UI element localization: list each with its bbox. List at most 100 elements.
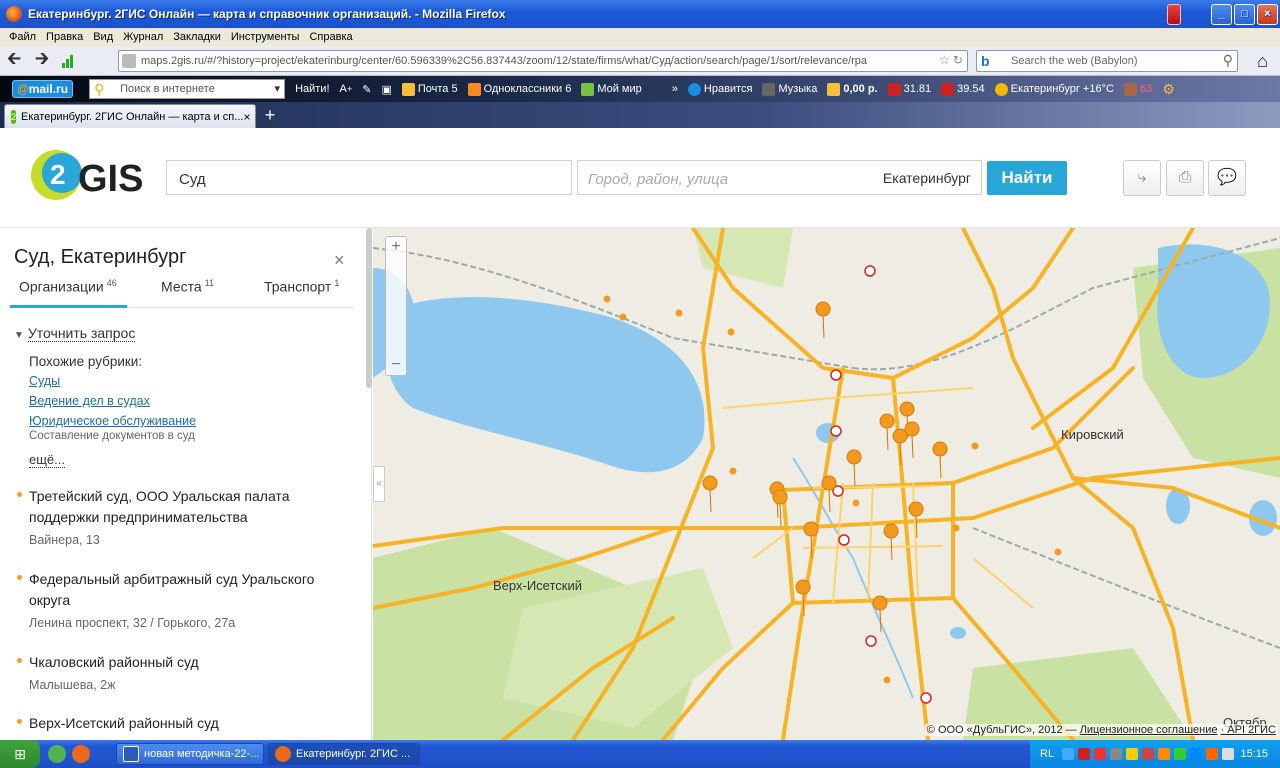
2gis-logo[interactable]: 2 GIS bbox=[28, 147, 148, 203]
clock[interactable]: 15:15 bbox=[1240, 748, 1268, 760]
toolbar-overflow[interactable]: » bbox=[672, 83, 678, 95]
results-title: Суд, Екатеринбург bbox=[14, 246, 187, 268]
toolbar-like[interactable]: Нравится bbox=[687, 82, 752, 96]
zoom-control[interactable]: + − bbox=[385, 236, 407, 376]
close-window-button[interactable]: × bbox=[1257, 3, 1278, 25]
antivirus-icon[interactable] bbox=[1142, 748, 1155, 760]
firm-item[interactable]: Чкаловский районный суд Малышева, 2ж bbox=[17, 652, 347, 692]
print-icon[interactable]: ⎙ bbox=[1166, 160, 1204, 196]
new-tab-button[interactable]: + bbox=[259, 106, 281, 126]
2gis-header: 2 GIS Суд Город, район, улица Екатеринбу… bbox=[0, 128, 1280, 228]
font-icon[interactable]: A + bbox=[340, 83, 353, 95]
tray-app2-icon[interactable] bbox=[1206, 748, 1219, 760]
close-results-icon[interactable]: × bbox=[334, 250, 345, 271]
tray-app-icon[interactable] bbox=[1110, 748, 1123, 760]
mailru-logo[interactable]: @mail.ru bbox=[12, 80, 74, 98]
maximize-button[interactable]: □ bbox=[1234, 3, 1255, 25]
menu-bookmarks[interactable]: Закладки bbox=[173, 31, 221, 43]
update-icon[interactable] bbox=[1174, 748, 1187, 760]
rubric-link-legal[interactable]: Юридическое обслуживание bbox=[29, 414, 196, 428]
window-icon[interactable]: ▣ bbox=[381, 83, 391, 96]
firm-item[interactable]: Верх-Исетский районный суд bbox=[17, 713, 347, 734]
toolbar-usd[interactable]: 31.81 bbox=[887, 82, 931, 96]
bookmark-star-icon[interactable]: ☆ ↻ bbox=[939, 53, 963, 67]
firm-item[interactable]: Федеральный арбитражный суд Уральского о… bbox=[17, 569, 347, 630]
firm-name[interactable]: Верх-Исетский районный суд bbox=[29, 713, 347, 734]
skype-icon[interactable] bbox=[1158, 748, 1171, 760]
home-icon[interactable]: ⌂ bbox=[1257, 51, 1268, 72]
volume-icon[interactable] bbox=[1222, 748, 1235, 760]
toolbar-money[interactable]: 0,00 р. bbox=[827, 82, 878, 96]
magnifier-icon[interactable]: ⚲ bbox=[1223, 52, 1233, 69]
firm-item[interactable]: Третейский суд, ООО Уральская палата под… bbox=[17, 486, 347, 547]
shield-icon[interactable] bbox=[1126, 748, 1139, 760]
map-view[interactable]: Кировский Верх-Исетский Октябр + − « © О… bbox=[373, 228, 1280, 740]
menu-view[interactable]: Вид bbox=[93, 31, 113, 43]
menu-edit[interactable]: Правка bbox=[46, 31, 83, 43]
tab-organizations[interactable]: Организации 46 bbox=[10, 278, 127, 308]
city-selector[interactable]: Екатеринбург bbox=[883, 170, 971, 186]
chrome-icon[interactable] bbox=[48, 745, 66, 763]
rubric-link-courts[interactable]: Суды bbox=[29, 374, 60, 388]
rubric-subtext: Составление документов в суд bbox=[29, 430, 195, 442]
map-canvas[interactable]: Кировский Верх-Исетский Октябр bbox=[373, 228, 1280, 740]
toolbar-eur[interactable]: 39.54 bbox=[941, 82, 985, 96]
network-icon[interactable] bbox=[1062, 748, 1075, 760]
forward-icon[interactable]: 🡲 bbox=[28, 48, 56, 73]
gear-icon[interactable]: ⚙ bbox=[1162, 81, 1175, 98]
taskbar-word[interactable]: новая методичка-22-... bbox=[116, 743, 264, 765]
district-label-verkh-isetsky: Верх-Исетский bbox=[493, 578, 582, 593]
pencil-icon[interactable]: ✎ bbox=[362, 83, 371, 96]
search-where-input[interactable]: Город, район, улица Екатеринбург bbox=[577, 160, 982, 195]
menu-help[interactable]: Справка bbox=[309, 31, 352, 43]
toolbar-music[interactable]: Музыка bbox=[762, 82, 817, 96]
district-label-kirovsky: Кировский bbox=[1061, 427, 1124, 442]
filter-icon: ▼ bbox=[14, 330, 24, 341]
toolbar-search-input[interactable]: ⚲ Поиск в интернете ▾ bbox=[89, 79, 286, 99]
language-indicator[interactable]: RL bbox=[1040, 748, 1054, 760]
tab-2gis[interactable]: 2 Екатеринбург. 2ГИС Онлайн — карта и сп… bbox=[4, 104, 256, 128]
firm-name[interactable]: Чкаловский районный суд bbox=[29, 652, 347, 673]
chevron-down-icon[interactable]: ▾ bbox=[275, 82, 281, 95]
zoom-in-button[interactable]: + bbox=[386, 237, 406, 257]
expand-icon[interactable] bbox=[96, 745, 104, 763]
close-tab-icon[interactable]: × bbox=[243, 110, 250, 124]
feedback-icon[interactable]: 💬 bbox=[1208, 160, 1246, 196]
start-button[interactable]: ⊞ bbox=[0, 740, 40, 768]
firm-name[interactable]: Федеральный арбитражный суд Уральского о… bbox=[29, 569, 347, 611]
toolbar-moi-mir[interactable]: Мой мир bbox=[581, 82, 642, 96]
share-icon[interactable]: ⤷ bbox=[1123, 160, 1161, 196]
menu-history[interactable]: Журнал bbox=[123, 31, 163, 43]
flash-icon[interactable] bbox=[1094, 748, 1107, 760]
menu-tools[interactable]: Инструменты bbox=[231, 31, 300, 43]
toolbar-mail[interactable]: Почта 5 bbox=[401, 82, 458, 96]
zoom-out-button[interactable]: − bbox=[386, 355, 406, 375]
more-rubrics-link[interactable]: ещё... bbox=[29, 452, 65, 468]
url-bar[interactable]: maps.2gis.ru/#/?history=project/ekaterin… bbox=[118, 50, 968, 72]
menu-file[interactable]: Файл bbox=[9, 31, 36, 43]
refine-query-link[interactable]: ▼ Уточнить запрос bbox=[14, 325, 136, 342]
extension-icon[interactable] bbox=[1167, 3, 1181, 25]
firefox-taskbar-icon[interactable] bbox=[72, 745, 90, 763]
search-what-input[interactable]: Суд bbox=[166, 160, 572, 195]
tab-title: Екатеринбург. 2ГИС Онлайн — карта и сп..… bbox=[21, 110, 244, 123]
toolbar-traffic[interactable]: 63 bbox=[1123, 82, 1152, 96]
api-link[interactable]: · API 2ГИС bbox=[1221, 724, 1276, 736]
minimize-button[interactable]: _ bbox=[1211, 3, 1232, 25]
toolbar-weather[interactable]: Екатеринбург +16°C bbox=[994, 82, 1114, 96]
sidebar-scrollbar[interactable] bbox=[366, 228, 372, 388]
license-link[interactable]: Лицензионное соглашение bbox=[1080, 724, 1218, 736]
bluetooth-icon[interactable] bbox=[1190, 748, 1203, 760]
rubric-link-litigation[interactable]: Ведение дел в судах bbox=[29, 394, 150, 408]
tab-places[interactable]: Места 11 bbox=[161, 278, 214, 308]
find-button[interactable]: Найти bbox=[987, 161, 1067, 195]
back-icon[interactable]: 🡰 bbox=[0, 48, 28, 73]
taskbar-firefox[interactable]: Екатеринбург. 2ГИС ... bbox=[268, 743, 420, 765]
web-search-box[interactable]: b Search the web (Babylon) ⚲ bbox=[976, 50, 1238, 72]
toolbar-odnoklassniki[interactable]: Одноклассники 6 bbox=[467, 82, 571, 96]
collapse-panel-button[interactable]: « bbox=[373, 466, 385, 502]
firm-name[interactable]: Третейский суд, ООО Уральская палата под… bbox=[29, 486, 347, 528]
toolbar-find-button[interactable]: Найти! bbox=[295, 83, 329, 95]
acrobat-icon[interactable] bbox=[1078, 748, 1091, 760]
tab-transport[interactable]: Транспорт 1 bbox=[264, 278, 339, 308]
